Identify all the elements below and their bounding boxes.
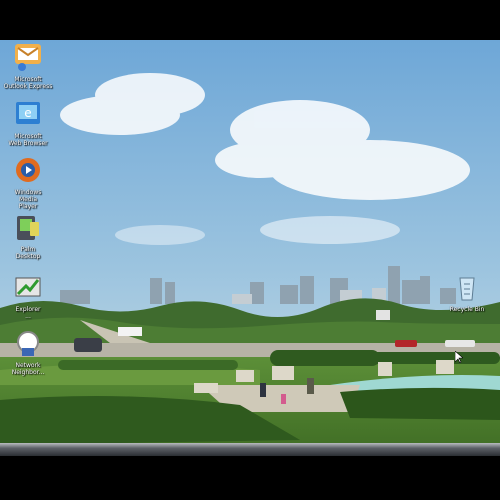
palm-desktop-icon bbox=[17, 216, 39, 240]
explorer-icon bbox=[15, 277, 41, 297]
icon-label: Explorer ... bbox=[15, 306, 41, 320]
desktop-icon-palm-desktop[interactable]: Palm Desktop bbox=[3, 212, 53, 260]
desktop-icon-network[interactable]: Network Neighbor... bbox=[3, 328, 53, 376]
outlook-express-icon bbox=[15, 44, 41, 71]
desktop[interactable]: Microsoft Outlook Express e Microsoft We… bbox=[0, 40, 500, 456]
desktop-icon-web-browser[interactable]: e Microsoft Web Browser bbox=[3, 99, 53, 147]
taskbar[interactable] bbox=[0, 443, 500, 456]
desktop-icon-recycle-bin[interactable]: Recycle Bin bbox=[442, 272, 492, 313]
desktop-icon-explorer[interactable]: Explorer ... bbox=[3, 272, 53, 320]
recycle-bin-icon bbox=[459, 277, 475, 301]
network-icon bbox=[17, 331, 39, 356]
svg-text:e: e bbox=[24, 106, 31, 120]
wallpaper-image bbox=[0, 40, 500, 456]
mouse-pointer-icon bbox=[455, 351, 463, 363]
icon-label: Palm Desktop bbox=[15, 246, 41, 260]
icon-label: Network Neighbor... bbox=[11, 362, 45, 376]
media-player-icon bbox=[16, 158, 40, 182]
desktop-icon-media-player[interactable]: Windows Media Player bbox=[3, 155, 53, 210]
icon-label: Microsoft Outlook Express bbox=[3, 76, 53, 90]
icon-label: Microsoft Web Browser bbox=[8, 133, 48, 147]
web-browser-icon: e bbox=[16, 102, 40, 124]
desktop-icon-outlook-express[interactable]: Microsoft Outlook Express bbox=[3, 42, 53, 90]
icon-label: Windows Media Player bbox=[14, 189, 42, 210]
icon-label: Recycle Bin bbox=[449, 306, 485, 313]
